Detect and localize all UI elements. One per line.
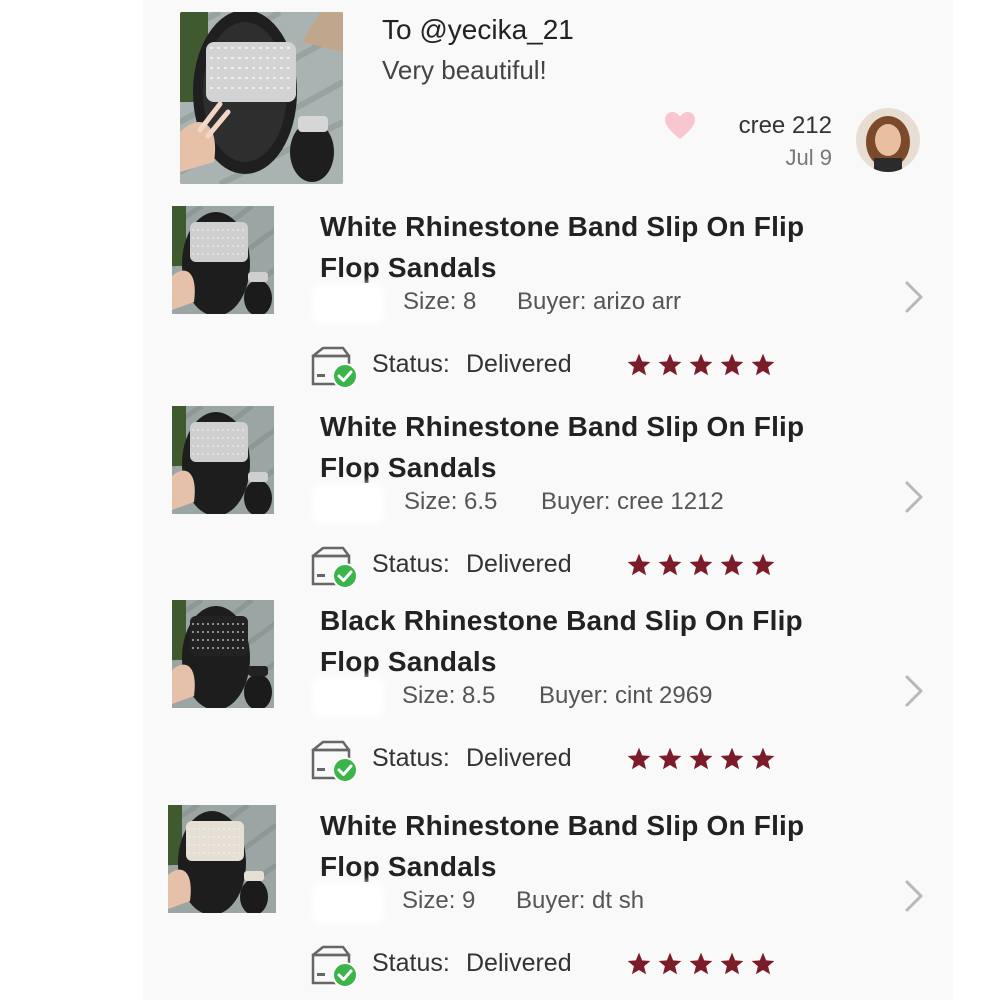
product-title-line: White Rhinestone Band Slip On Flip (320, 411, 805, 442)
product-title[interactable]: White Rhinestone Band Slip On Flip Flop S… (320, 406, 860, 488)
star-icon (720, 747, 744, 770)
status-value: Delivered (466, 949, 572, 977)
product-title[interactable]: White Rhinestone Band Slip On Flip Flop S… (320, 206, 860, 288)
status-label: Status: (372, 949, 450, 977)
status-value: Delivered (466, 550, 572, 578)
star-icon (689, 353, 713, 376)
order-size: Size: 8.5 (402, 682, 496, 709)
star-icon (720, 553, 744, 576)
package-delivered-icon (311, 546, 357, 588)
review-date: Jul 9 (785, 145, 832, 170)
product-title[interactable]: Black Rhinestone Band Slip On Flip Flop S… (320, 600, 860, 682)
review-text: Very beautiful! (382, 55, 547, 85)
order-buyer: Buyer: cint 2969 (539, 682, 713, 709)
star-icon (658, 353, 682, 376)
star-icon (689, 747, 713, 770)
package-delivered-icon (311, 346, 357, 388)
review-recipient: To @yecika_21 (382, 14, 574, 45)
review-photo[interactable] (180, 12, 343, 184)
order-size: Size: 6.5 (404, 488, 498, 515)
product-title-line: Flop Sandals (320, 452, 497, 483)
product-title-line: Flop Sandals (320, 851, 497, 882)
star-icon (689, 553, 713, 576)
order-buyer: Buyer: cree 1212 (541, 488, 724, 515)
product-title[interactable]: White Rhinestone Band Slip On Flip Flop S… (320, 805, 860, 887)
star-icon (627, 353, 651, 376)
status-value: Delivered (466, 350, 572, 378)
order-row[interactable]: White Rhinestone Band Slip On Flip Flop S… (0, 406, 1000, 606)
star-icon (627, 747, 651, 770)
product-title-line: White Rhinestone Band Slip On Flip (320, 810, 805, 841)
product-title-line: White Rhinestone Band Slip On Flip (320, 211, 805, 242)
product-title-line: Black Rhinestone Band Slip On Flip (320, 605, 803, 636)
star-icon (751, 747, 775, 770)
star-icon (720, 952, 744, 975)
star-icon (720, 353, 744, 376)
redacted-block (312, 484, 384, 524)
order-buyer: Buyer: arizo arr (517, 288, 682, 315)
redacted-block (312, 678, 384, 718)
rating-stars (626, 352, 776, 378)
status-value: Delivered (466, 744, 572, 772)
status-label: Status: (372, 350, 450, 378)
star-icon (751, 553, 775, 576)
status-label: Status: (372, 744, 450, 772)
heart-icon[interactable] (664, 111, 696, 141)
rating-stars (626, 746, 776, 772)
product-thumbnail[interactable] (172, 406, 274, 514)
star-icon (751, 353, 775, 376)
star-icon (627, 553, 651, 576)
redacted-block (312, 883, 384, 923)
order-row[interactable]: Black Rhinestone Band Slip On Flip Flop S… (0, 600, 1000, 800)
product-thumbnail[interactable] (172, 206, 274, 314)
chevron-right-icon[interactable] (903, 879, 925, 913)
status-label: Status: (372, 550, 450, 578)
star-icon (658, 747, 682, 770)
reviewer-name[interactable]: cree 212 (702, 112, 832, 140)
redacted-block (312, 284, 384, 324)
product-thumbnail[interactable] (172, 600, 274, 708)
star-icon (689, 952, 713, 975)
reviewer-avatar[interactable] (856, 108, 920, 172)
star-icon (658, 952, 682, 975)
star-icon (658, 553, 682, 576)
star-icon (751, 952, 775, 975)
order-size: Size: 9 (402, 887, 476, 914)
chevron-right-icon[interactable] (903, 280, 925, 314)
product-thumbnail[interactable] (168, 805, 276, 913)
order-row[interactable]: White Rhinestone Band Slip On Flip Flop S… (0, 206, 1000, 406)
package-delivered-icon (311, 945, 357, 987)
rating-stars (626, 951, 776, 977)
order-buyer: Buyer: dt sh (516, 887, 645, 914)
chevron-right-icon[interactable] (903, 674, 925, 708)
product-title-line: Flop Sandals (320, 252, 497, 283)
package-delivered-icon (311, 740, 357, 782)
rating-stars (626, 552, 776, 578)
chevron-right-icon[interactable] (903, 480, 925, 514)
star-icon (627, 952, 651, 975)
order-row[interactable]: White Rhinestone Band Slip On Flip Flop S… (0, 805, 1000, 1005)
product-title-line: Flop Sandals (320, 646, 497, 677)
order-size: Size: 8 (403, 288, 477, 315)
